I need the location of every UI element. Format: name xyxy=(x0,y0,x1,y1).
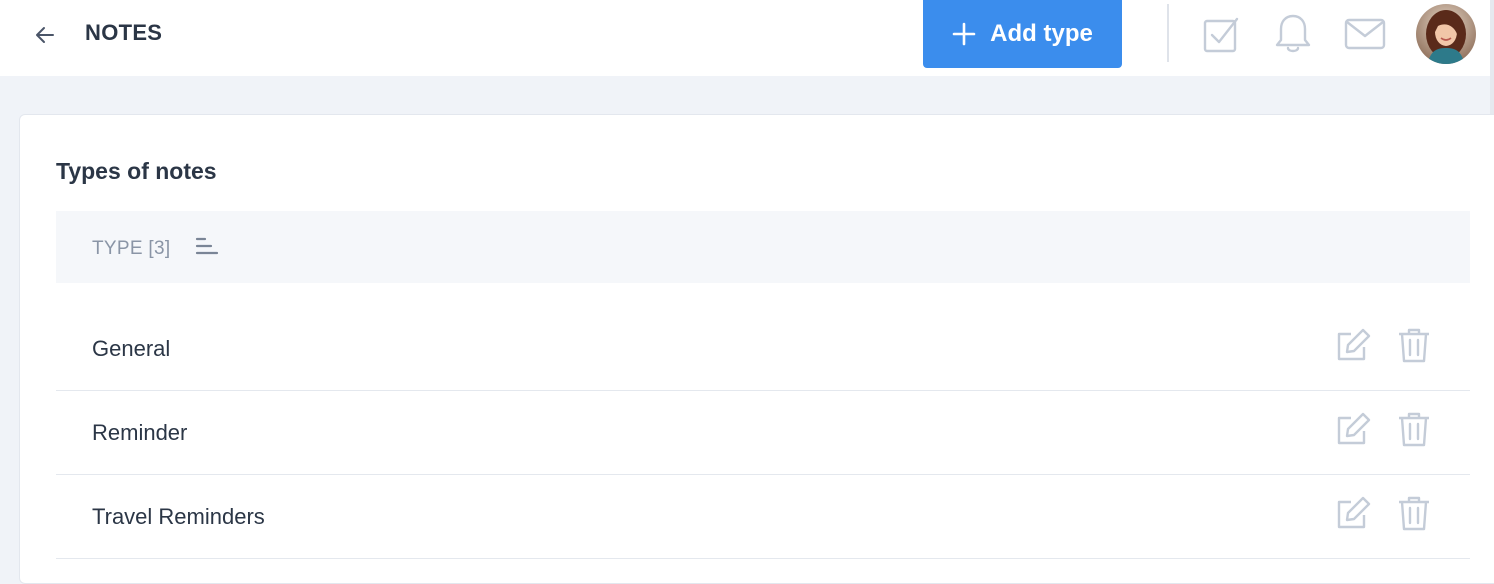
edit-button[interactable] xyxy=(1334,325,1374,365)
bell-icon xyxy=(1275,14,1311,53)
messages-button[interactable] xyxy=(1343,12,1387,56)
back-button[interactable] xyxy=(28,18,62,52)
row-label: General xyxy=(92,336,171,361)
avatar-image xyxy=(1416,4,1476,64)
table-row: Travel Reminders xyxy=(56,475,1470,559)
checkbox-icon xyxy=(1203,17,1239,53)
tasks-button[interactable] xyxy=(1199,12,1243,56)
page-title: NOTES xyxy=(85,20,163,45)
row-label: Reminder xyxy=(92,420,188,445)
trash-icon xyxy=(1399,496,1429,531)
add-type-label: Add type xyxy=(990,20,1093,47)
table-header: TYPE [3] xyxy=(56,211,1470,283)
delete-button[interactable] xyxy=(1394,325,1434,365)
header-divider xyxy=(1167,4,1169,62)
delete-button[interactable] xyxy=(1394,493,1434,533)
edit-icon xyxy=(1337,412,1371,445)
trash-icon xyxy=(1399,412,1429,447)
row-label: Travel Reminders xyxy=(92,504,265,529)
sort-icon xyxy=(195,237,219,255)
column-header-type[interactable]: TYPE [3] xyxy=(92,238,170,260)
notifications-button[interactable] xyxy=(1271,12,1315,56)
table-row: Reminder xyxy=(56,391,1470,475)
top-bar: NOTES Add type xyxy=(0,0,1494,76)
back-arrow-icon xyxy=(36,27,54,43)
edit-icon xyxy=(1337,328,1371,361)
card-title: Types of notes xyxy=(56,158,217,184)
edit-button[interactable] xyxy=(1334,409,1374,449)
user-avatar[interactable] xyxy=(1416,4,1476,64)
trash-icon xyxy=(1399,328,1429,363)
table-row: General xyxy=(56,307,1470,391)
add-type-button[interactable]: Add type xyxy=(923,0,1122,68)
edit-icon xyxy=(1337,496,1371,529)
mail-icon xyxy=(1344,18,1386,50)
sort-button[interactable] xyxy=(195,235,219,259)
plus-icon xyxy=(952,22,976,46)
delete-button[interactable] xyxy=(1394,409,1434,449)
edit-button[interactable] xyxy=(1334,493,1374,533)
